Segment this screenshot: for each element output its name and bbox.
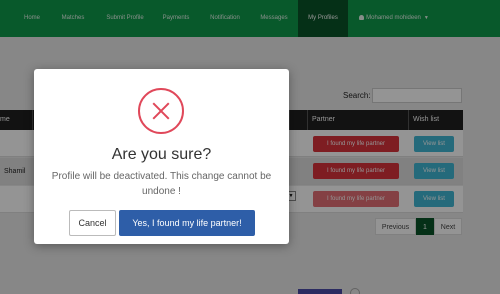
confirm-button[interactable]: Yes, I found my life partner! [119, 210, 255, 236]
confirm-dialog: Are you sure? Profile will be deactivate… [34, 69, 289, 244]
cancel-button[interactable]: Cancel [69, 210, 116, 236]
dialog-message: Profile will be deactivated. This change… [51, 171, 272, 197]
error-x-icon [138, 88, 184, 134]
dialog-title: Are you sure? [111, 146, 212, 163]
